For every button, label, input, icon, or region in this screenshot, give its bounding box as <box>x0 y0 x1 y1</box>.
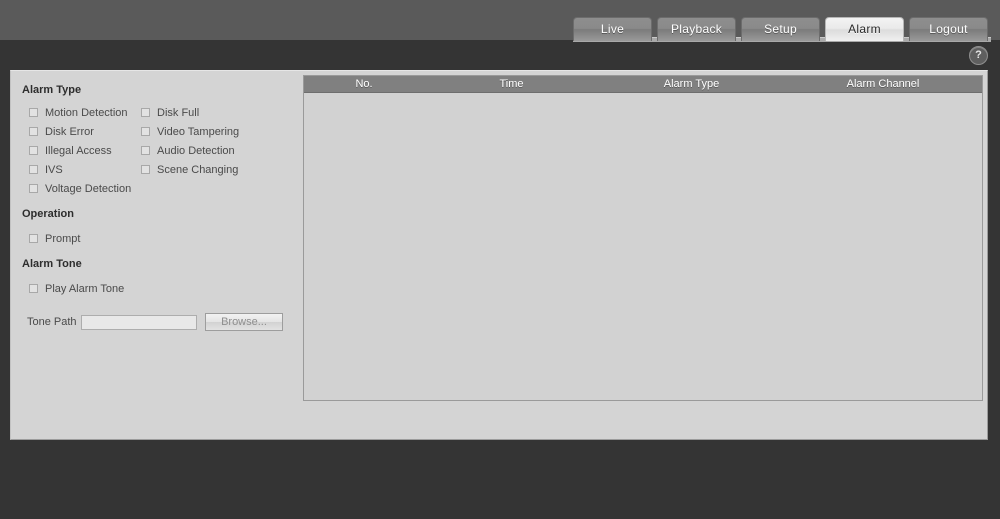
label-disk-full: Disk Full <box>157 106 200 119</box>
checkbox-play-alarm-tone[interactable] <box>29 284 38 293</box>
checkbox-row-voltage-detection[interactable]: Voltage Detection <box>29 179 149 198</box>
checkbox-row-audio-detection[interactable]: Audio Detection <box>141 141 281 160</box>
checkbox-row-disk-full[interactable]: Disk Full <box>141 103 281 122</box>
checkbox-ivs[interactable] <box>29 165 38 174</box>
label-audio-detection: Audio Detection <box>157 144 235 157</box>
column-header-alarm-channel[interactable]: Alarm Channel <box>784 76 982 92</box>
alarm-tone-section-title: Alarm Tone <box>22 258 82 270</box>
browse-button[interactable]: Browse... <box>205 313 283 331</box>
tab-live[interactable]: Live <box>573 17 652 41</box>
checkbox-motion-detection[interactable] <box>29 108 38 117</box>
checkbox-row-disk-error[interactable]: Disk Error <box>29 122 149 141</box>
label-motion-detection: Motion Detection <box>45 106 128 119</box>
checkbox-video-tampering[interactable] <box>141 127 150 136</box>
checkbox-row-video-tampering[interactable]: Video Tampering <box>141 122 281 141</box>
checkbox-disk-error[interactable] <box>29 127 38 136</box>
alarm-log-table-body <box>304 93 982 400</box>
tab-playback[interactable]: Playback <box>657 17 736 41</box>
column-header-alarm-type[interactable]: Alarm Type <box>599 76 784 92</box>
label-play-alarm-tone: Play Alarm Tone <box>45 282 125 295</box>
alarm-log-table: No. Time Alarm Type Alarm Channel <box>303 75 983 401</box>
alarm-type-column-left: Motion Detection Disk Error Illegal Acce… <box>29 103 149 198</box>
alarm-settings-column: Alarm Type Motion Detection Disk Error I… <box>15 75 300 435</box>
label-ivs: IVS <box>45 163 63 176</box>
tab-alarm[interactable]: Alarm <box>825 17 904 41</box>
help-bar: ? <box>0 44 1000 68</box>
column-header-time[interactable]: Time <box>424 76 599 92</box>
label-illegal-access: Illegal Access <box>45 144 112 157</box>
label-disk-error: Disk Error <box>45 125 94 138</box>
label-prompt: Prompt <box>45 232 81 245</box>
checkbox-row-prompt[interactable]: Prompt <box>29 229 80 248</box>
label-video-tampering: Video Tampering <box>157 125 240 138</box>
alarm-type-section-title: Alarm Type <box>22 84 82 96</box>
checkbox-voltage-detection[interactable] <box>29 184 38 193</box>
tab-logout[interactable]: Logout <box>909 17 988 41</box>
tab-setup[interactable]: Setup <box>741 17 820 41</box>
checkbox-audio-detection[interactable] <box>141 146 150 155</box>
checkbox-illegal-access[interactable] <box>29 146 38 155</box>
checkbox-scene-changing[interactable] <box>141 165 150 174</box>
checkbox-row-play-alarm-tone[interactable]: Play Alarm Tone <box>29 279 124 298</box>
tone-path-label: Tone Path <box>27 316 77 328</box>
checkbox-row-scene-changing[interactable]: Scene Changing <box>141 160 281 179</box>
checkbox-row-illegal-access[interactable]: Illegal Access <box>29 141 149 160</box>
checkbox-row-ivs[interactable]: IVS <box>29 160 149 179</box>
main-navigation-tabs: Live Playback Setup Alarm Logout <box>573 17 988 41</box>
checkbox-disk-full[interactable] <box>141 108 150 117</box>
tone-path-row: Tone Path Browse... <box>27 313 283 331</box>
operation-section-title: Operation <box>22 208 74 220</box>
checkbox-prompt[interactable] <box>29 234 38 243</box>
help-circle-icon[interactable]: ? <box>969 46 988 65</box>
alarm-log-table-header: No. Time Alarm Type Alarm Channel <box>304 76 982 93</box>
alarm-content-panel: Alarm Type Motion Detection Disk Error I… <box>10 70 988 440</box>
alarm-type-column-right: Disk Full Video Tampering Audio Detectio… <box>141 103 281 179</box>
label-voltage-detection: Voltage Detection <box>45 182 132 195</box>
tone-path-input[interactable] <box>81 314 197 330</box>
checkbox-row-motion-detection[interactable]: Motion Detection <box>29 103 149 122</box>
label-scene-changing: Scene Changing <box>157 163 239 176</box>
column-header-no[interactable]: No. <box>304 76 424 92</box>
